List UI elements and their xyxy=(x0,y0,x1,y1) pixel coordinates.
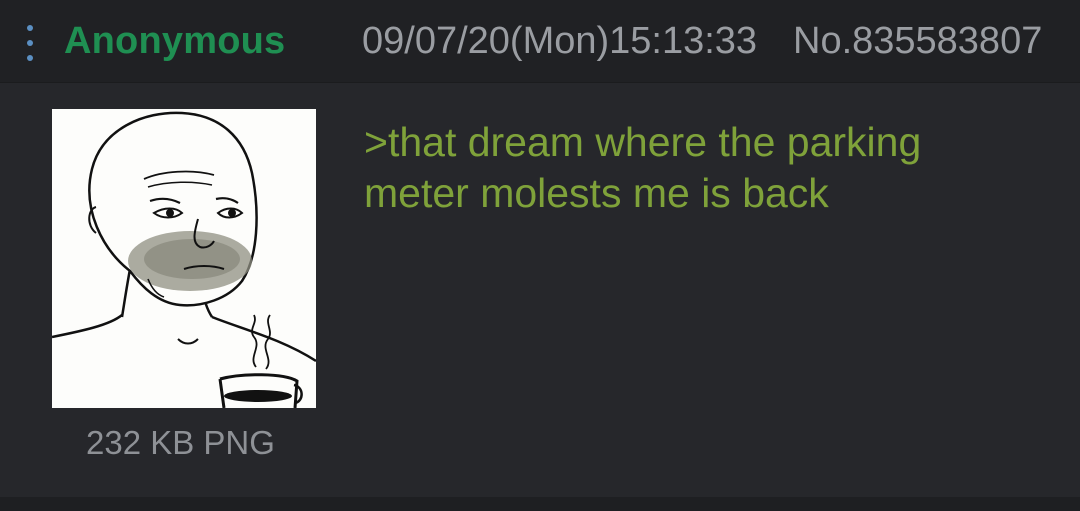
greentext-line: >that dream where the parking xyxy=(364,119,922,165)
post-divider xyxy=(0,497,1080,511)
image-thumbnail[interactable] xyxy=(52,109,316,408)
post-datetime: 09/07/20(Mon)15:13:33 xyxy=(362,20,758,62)
post-header: Anonymous 09/07/20(Mon)15:13:33 No.83558… xyxy=(0,0,1080,83)
file-info: 232 KB PNG xyxy=(86,424,275,461)
post-container: Anonymous 09/07/20(Mon)15:13:33 No.83558… xyxy=(0,0,1080,511)
greentext-line: meter molests me is back xyxy=(364,170,829,216)
poster-name: Anonymous xyxy=(64,20,286,62)
post-number-link[interactable]: No.835583807 xyxy=(793,20,1042,63)
vertical-ellipsis-icon[interactable] xyxy=(24,23,36,63)
wojak-drawing xyxy=(52,111,316,408)
post-comment: >that dream where the parking meter mole… xyxy=(364,117,1044,219)
